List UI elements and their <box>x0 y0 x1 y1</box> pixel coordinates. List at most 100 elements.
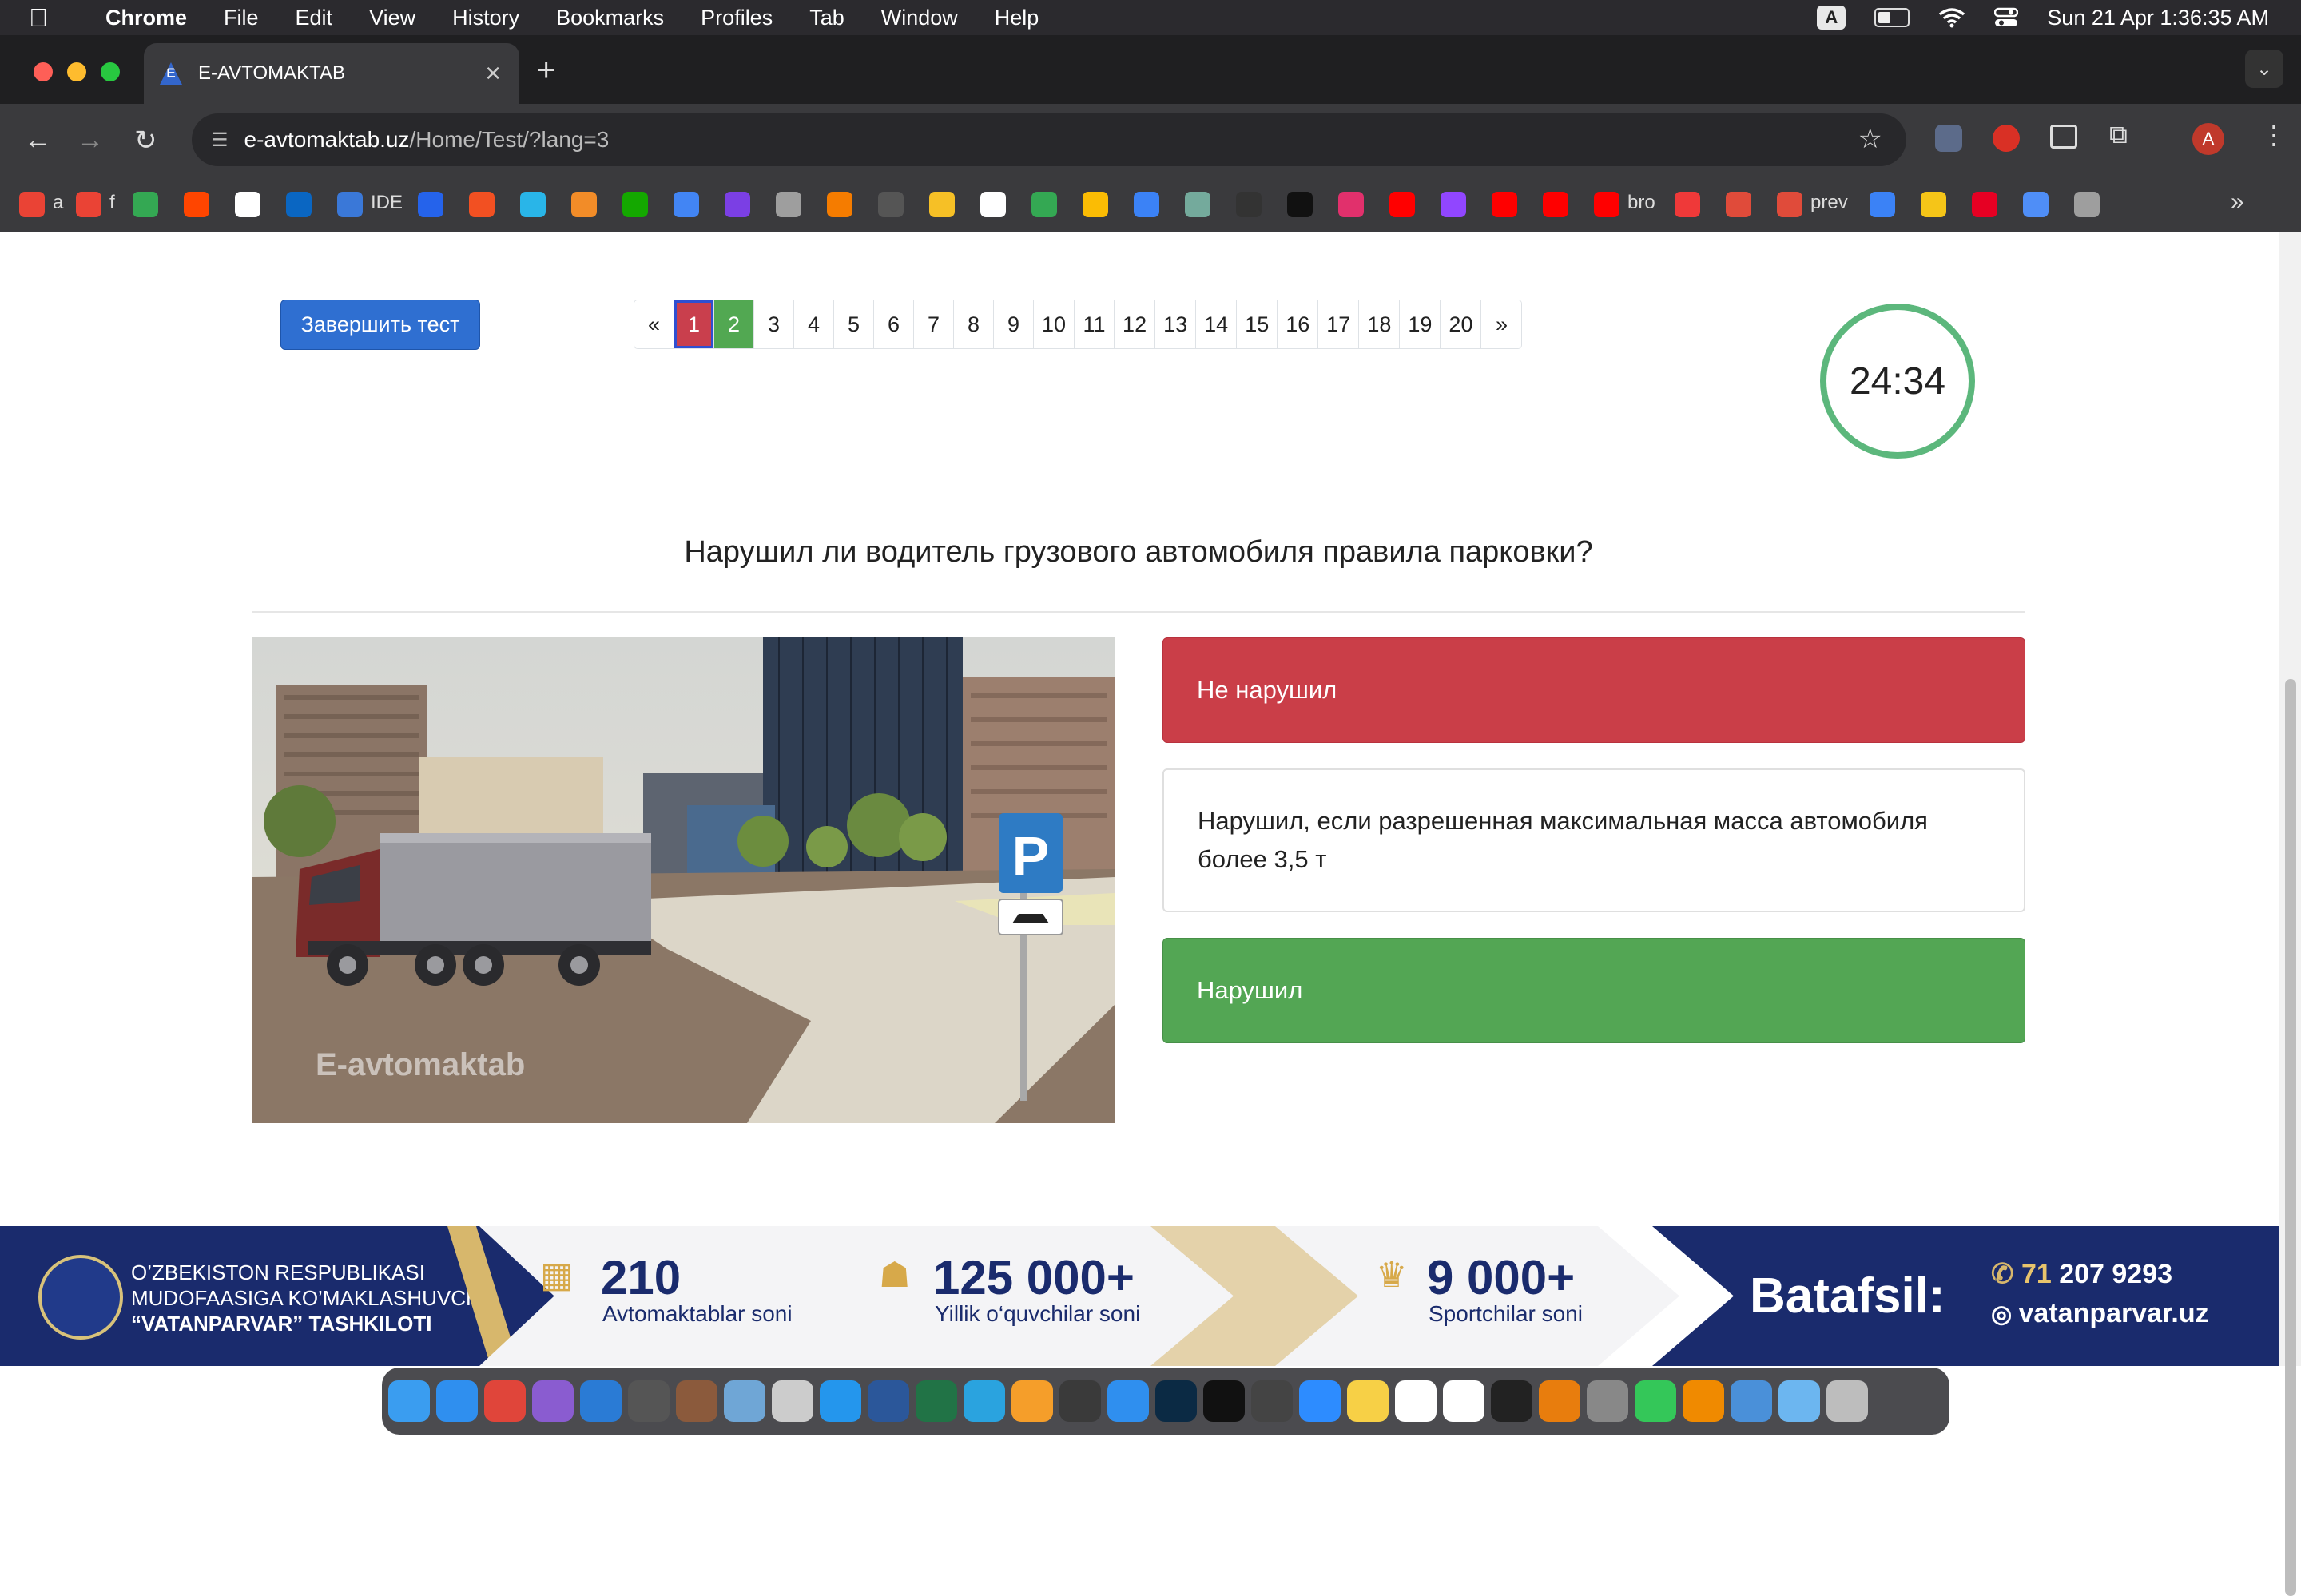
meet-icon[interactable] <box>133 192 158 217</box>
trash-icon[interactable] <box>1826 1380 1868 1422</box>
reload-icon[interactable]: ↻ <box>134 125 157 157</box>
pagination-page-12[interactable]: 12 <box>1115 300 1156 348</box>
pagination-page-4[interactable]: 4 <box>794 300 834 348</box>
unity-icon[interactable] <box>1491 1380 1532 1422</box>
docker-icon[interactable] <box>820 1380 861 1422</box>
menu-window[interactable]: Window <box>881 6 958 30</box>
bookmark-label[interactable]: bro <box>1627 192 1655 214</box>
upwork-icon[interactable] <box>622 192 648 217</box>
page-scrollbar[interactable] <box>2279 232 2301 1596</box>
close-window-button[interactable] <box>34 62 53 81</box>
shield-u-icon[interactable] <box>725 192 750 217</box>
notion-icon[interactable] <box>1395 1380 1437 1422</box>
extension-window-icon[interactable] <box>2050 125 2077 149</box>
safari-icon[interactable] <box>436 1380 478 1422</box>
word-icon[interactable] <box>868 1380 909 1422</box>
linkedin-icon[interactable] <box>286 192 312 217</box>
pagination-page-8[interactable]: 8 <box>954 300 994 348</box>
menu-edit[interactable]: Edit <box>296 6 333 30</box>
bookmark-label[interactable]: f <box>109 192 115 214</box>
pagination-page-7[interactable]: 7 <box>914 300 954 348</box>
app-icon[interactable] <box>772 1380 813 1422</box>
menubar-clock[interactable]: Sun 21 Apr 1:36:35 AM <box>2047 6 2269 30</box>
menu-tab[interactable]: Tab <box>809 6 844 30</box>
answer-option-3[interactable]: Нарушил <box>1162 938 2025 1043</box>
bookmark-label[interactable]: prev <box>1810 192 1848 214</box>
pagination-page-10[interactable]: 10 <box>1034 300 1075 348</box>
globe-icon[interactable] <box>2074 192 2100 217</box>
pagination-page-16[interactable]: 16 <box>1278 300 1319 348</box>
twitch-icon[interactable] <box>1441 192 1466 217</box>
calendar-icon[interactable] <box>1443 1380 1484 1422</box>
pagination-page-3[interactable]: 3 <box>754 300 794 348</box>
vatanparvar-banner[interactable]: O’ZBEKISTON RESPUBLIKASI MUDOFAASIGA KO’… <box>0 1226 2279 1366</box>
capcut-icon[interactable] <box>1203 1380 1245 1422</box>
profile-avatar[interactable]: A <box>2192 123 2224 155</box>
sql-icon[interactable] <box>337 192 363 217</box>
pagination-page-13[interactable]: 13 <box>1155 300 1197 348</box>
new-tab-button[interactable]: + <box>537 53 555 89</box>
github-icon[interactable] <box>235 192 260 217</box>
tiktok-icon[interactable] <box>1287 192 1313 217</box>
tab-search-button[interactable]: ⌄ <box>2245 50 2283 88</box>
menu-view[interactable]: View <box>369 6 415 30</box>
finish-test-button[interactable]: Завершить тест <box>280 300 480 350</box>
input-source-badge[interactable]: A <box>1817 6 1846 30</box>
pagination-page-14[interactable]: 14 <box>1196 300 1238 348</box>
sunglasses-icon[interactable] <box>929 192 955 217</box>
menu-file[interactable]: File <box>224 6 259 30</box>
instagram-icon[interactable] <box>1338 192 1364 217</box>
extension-hand-icon[interactable] <box>1993 125 2020 152</box>
pagination-page-11[interactable]: 11 <box>1075 300 1115 348</box>
youtube-icon[interactable] <box>1492 192 1517 217</box>
pagination-page-15[interactable]: 15 <box>1237 300 1278 348</box>
pages-icon[interactable] <box>1011 1380 1053 1422</box>
xcode-icon[interactable] <box>1059 1380 1101 1422</box>
sparkle-icon[interactable] <box>2023 192 2049 217</box>
mt-icon[interactable] <box>1236 192 1262 217</box>
forward-arrow-icon[interactable]: → <box>77 125 104 156</box>
runner-icon[interactable] <box>827 192 852 217</box>
finder-icon[interactable] <box>388 1380 430 1422</box>
menu-history[interactable]: History <box>452 6 519 30</box>
pagination-page-20[interactable]: 20 <box>1441 300 1482 348</box>
google-icon[interactable] <box>980 192 1006 217</box>
pagination-page-18[interactable]: 18 <box>1359 300 1401 348</box>
reddit-icon[interactable] <box>184 192 209 217</box>
url-text[interactable]: e-avtomaktab.uz/Home/Test/?lang=3 <box>244 127 610 153</box>
pagination-prev[interactable]: « <box>634 300 674 348</box>
control-center-icon[interactable] <box>1994 7 2019 28</box>
apple-icon[interactable]:  <box>29 3 48 33</box>
chart-icon[interactable] <box>1777 192 1802 217</box>
more-bookmarks-icon[interactable]: » <box>2231 189 2244 216</box>
photos-icon[interactable] <box>1083 192 1108 217</box>
pagination-page-17[interactable]: 17 <box>1318 300 1360 348</box>
gmail-icon[interactable] <box>76 192 101 217</box>
microsoft-icon[interactable] <box>469 192 495 217</box>
notes-icon[interactable] <box>1347 1380 1389 1422</box>
wifi-icon[interactable] <box>1938 7 1965 28</box>
visual-studio-icon[interactable] <box>532 1380 574 1422</box>
hd-icon[interactable] <box>878 192 904 217</box>
battery-icon[interactable] <box>1874 8 1910 27</box>
pagination-page-1[interactable]: 1 <box>674 300 714 348</box>
youtube-icon[interactable] <box>1594 192 1619 217</box>
youtube-icon[interactable] <box>1389 192 1415 217</box>
snowflake-icon[interactable] <box>520 192 546 217</box>
zoom-window-button[interactable] <box>101 62 120 81</box>
openai-icon[interactable] <box>1185 192 1210 217</box>
final-cut-icon[interactable] <box>1251 1380 1293 1422</box>
answer-option-1[interactable]: Не нарушил <box>1162 637 2025 743</box>
docs-icon[interactable] <box>674 192 699 217</box>
pagination-page-5[interactable]: 5 <box>834 300 874 348</box>
bookmark-star-icon[interactable]: ☆ <box>1858 123 1882 155</box>
mars-icon[interactable] <box>418 192 443 217</box>
pagination-page-9[interactable]: 9 <box>994 300 1034 348</box>
close-tab-icon[interactable]: ✕ <box>484 62 502 86</box>
active-tab[interactable]: E E-AVTOMAKTAB ✕ <box>144 43 519 104</box>
minimize-window-button[interactable] <box>67 62 86 81</box>
extensions-puzzle-icon[interactable]: ⧉ <box>2109 120 2136 149</box>
textedit-icon[interactable] <box>628 1380 670 1422</box>
blender-icon[interactable] <box>1539 1380 1580 1422</box>
globe-icon[interactable] <box>776 192 801 217</box>
